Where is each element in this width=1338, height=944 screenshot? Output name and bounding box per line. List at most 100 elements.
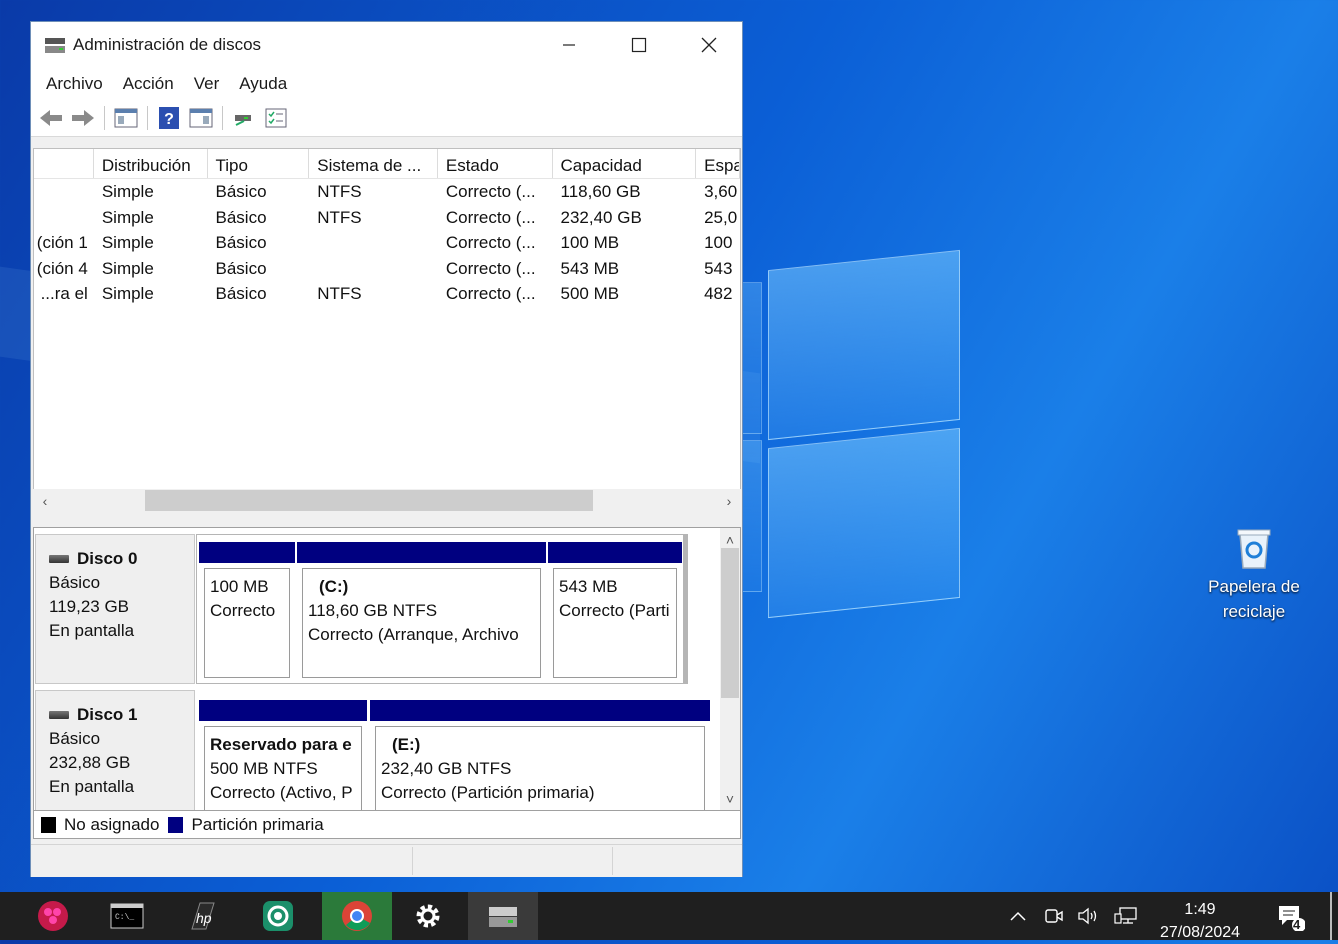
cell-sistema bbox=[309, 230, 438, 256]
disk-1-size: 232,88 GB bbox=[49, 753, 131, 772]
cell-estado: Correcto (... bbox=[445, 258, 536, 278]
scroll-right-icon[interactable]: › bbox=[719, 489, 739, 512]
partition-disk0-3[interactable]: 543 MB Correcto (Parti bbox=[548, 542, 682, 684]
taskbar-clock[interactable]: 1:49 27/08/2024 bbox=[1150, 898, 1250, 944]
settings-gear-icon[interactable] bbox=[393, 892, 463, 940]
partition-label: (C:) bbox=[319, 577, 349, 596]
help-icon[interactable]: ? bbox=[155, 105, 183, 131]
cell-espacio: 543 bbox=[704, 258, 733, 278]
disk-1-name: Disco 1 bbox=[77, 705, 138, 724]
column-header-capacidad[interactable]: Capacidad bbox=[553, 149, 697, 178]
hp-app-icon[interactable]: hp bbox=[168, 892, 238, 940]
toolbar: ? bbox=[31, 100, 742, 137]
svg-text:hp: hp bbox=[196, 910, 212, 926]
recycle-bin-desktop-icon[interactable]: Papelera de reciclaje bbox=[1198, 526, 1310, 624]
table-row[interactable]: ra el... Simple Básico NTFS Correcto (... 500… bbox=[34, 281, 740, 307]
cell-capacidad: 500 MB bbox=[560, 284, 620, 303]
connect-icon[interactable] bbox=[230, 105, 258, 131]
vertical-scroll-thumb[interactable] bbox=[721, 548, 739, 698]
disk-management-app-icon bbox=[44, 35, 66, 55]
title-bar[interactable]: Administración de discos bbox=[31, 22, 742, 68]
partition-disk0-1[interactable]: 100 MB Correcto bbox=[199, 542, 295, 684]
table-row[interactable]: Simple Básico NTFS Correcto (... 232,40 GB 25… bbox=[34, 205, 740, 231]
disk-1-row: Disco 1 Básico 232,88 GB En pantalla Res… bbox=[34, 690, 720, 810]
cell-estado: Correcto (... bbox=[445, 182, 536, 201]
raspberry-app-icon[interactable] bbox=[18, 892, 88, 940]
cell-distribucion: Simple bbox=[101, 207, 154, 227]
vertical-scrollbar[interactable]: ˄ ˅ bbox=[720, 528, 740, 810]
menu-archivo[interactable]: Archivo bbox=[36, 74, 113, 94]
column-header-distribucion[interactable]: Distribución bbox=[94, 149, 208, 178]
windows-logo-wallpaper bbox=[0, 249, 960, 619]
table-row[interactable]: Simple Básico NTFS Correcto (... 118,60 GB 3,… bbox=[34, 179, 740, 205]
properties-panel-icon[interactable] bbox=[187, 105, 215, 131]
partition-reservado[interactable]: Reservado para e 500 MB NTFS Correcto (A… bbox=[199, 700, 367, 810]
status-bar bbox=[31, 844, 742, 877]
column-header-tipo[interactable]: Tipo bbox=[208, 149, 310, 178]
primary-partition-bar bbox=[370, 700, 710, 721]
show-desktop-button[interactable] bbox=[1330, 892, 1332, 940]
disk-icon bbox=[49, 711, 69, 719]
cell-capacidad: 118,60 GB bbox=[560, 182, 641, 201]
cell-volume bbox=[34, 179, 94, 205]
column-header-volume[interactable] bbox=[34, 149, 94, 178]
menu-accion[interactable]: Acción bbox=[113, 74, 184, 94]
cell-capacidad: 543 MB bbox=[560, 258, 620, 278]
column-header-sistema[interactable]: Sistema de ... bbox=[309, 149, 438, 178]
command-prompt-icon[interactable]: C:\_ bbox=[92, 892, 162, 940]
recycle-bin-icon bbox=[1234, 526, 1274, 570]
partition-status: Correcto (Parti bbox=[559, 601, 670, 620]
recycle-bin-label: Papelera de reciclaje bbox=[1208, 577, 1300, 621]
disk-0-size: 119,23 GB bbox=[49, 597, 130, 616]
menu-ayuda[interactable]: Ayuda bbox=[229, 74, 297, 94]
maximize-button[interactable] bbox=[604, 22, 674, 68]
legend-unallocated: No asignado bbox=[64, 814, 160, 834]
notification-count-badge: 4 bbox=[1293, 917, 1301, 932]
cell-espacio: 482 bbox=[704, 284, 733, 303]
disk-management-taskbar-icon[interactable] bbox=[468, 892, 538, 940]
cell-capacidad: 232,40 GB bbox=[560, 207, 642, 227]
partition-status: Correcto bbox=[210, 601, 276, 620]
green-app-icon[interactable] bbox=[243, 892, 313, 940]
taskbar: C:\_ hp 1:49 27/08/2024 4 bbox=[0, 892, 1338, 941]
cell-distribucion: Simple bbox=[101, 258, 154, 278]
scroll-left-icon[interactable]: ‹ bbox=[35, 489, 55, 512]
toolbar-separator bbox=[147, 106, 148, 130]
disk-0-info[interactable]: Disco 0 Básico 119,23 GB En pantalla bbox=[35, 534, 195, 684]
partition-e[interactable]: (E:) 232,40 GB NTFS Correcto (Partición … bbox=[370, 700, 710, 810]
legend-bar: No asignado Partición primaria bbox=[33, 811, 741, 839]
cell-capacidad: 100 MB bbox=[560, 233, 620, 252]
table-row[interactable]: ción 4) Simple Básico Correcto (... 543 MB 54… bbox=[34, 256, 740, 282]
back-icon[interactable] bbox=[37, 105, 65, 131]
cell-sistema: NTFS bbox=[317, 284, 362, 303]
chrome-icon[interactable] bbox=[322, 892, 392, 940]
horizontal-scroll-thumb[interactable] bbox=[145, 490, 593, 511]
checklist-icon[interactable] bbox=[262, 105, 290, 131]
volume-icon[interactable] bbox=[1075, 892, 1101, 940]
forward-icon[interactable] bbox=[69, 105, 97, 131]
partition-status: Correcto (Partición primaria) bbox=[381, 783, 595, 802]
table-row[interactable]: ción 1) Simple Básico Correcto (... 100 MB 10… bbox=[34, 230, 740, 256]
scroll-down-icon[interactable]: ˅ bbox=[720, 787, 740, 810]
partition-c[interactable]: (C:) 118,60 GB NTFS Correcto (Arranque, … bbox=[297, 542, 546, 684]
partition-label: Reservado para e bbox=[210, 735, 352, 754]
cell-espacio: 25,0 bbox=[704, 207, 738, 227]
volume-list[interactable]: Distribución Tipo Sistema de ... Estado … bbox=[33, 148, 741, 512]
minimize-button[interactable] bbox=[534, 22, 604, 68]
clock-date: 27/08/2024 bbox=[1159, 924, 1241, 941]
column-header-estado[interactable]: Estado bbox=[438, 149, 553, 178]
menu-ver[interactable]: Ver bbox=[184, 74, 230, 94]
horizontal-scrollbar[interactable]: ‹ › bbox=[33, 489, 741, 512]
console-tree-icon[interactable] bbox=[112, 105, 140, 131]
meet-camera-icon[interactable] bbox=[1042, 892, 1066, 940]
cell-estado: Correcto (... bbox=[445, 207, 536, 227]
disk-icon bbox=[49, 555, 69, 563]
disk-1-info[interactable]: Disco 1 Básico 232,88 GB En pantalla bbox=[35, 690, 195, 810]
show-hidden-icons-chevron-icon[interactable] bbox=[1006, 892, 1030, 940]
column-header-espacio[interactable]: Espa bbox=[696, 149, 740, 178]
menu-bar: Archivo Acción Ver Ayuda bbox=[31, 68, 742, 100]
notifications-icon[interactable]: 4 bbox=[1270, 892, 1310, 940]
close-button[interactable] bbox=[674, 22, 744, 68]
network-icon[interactable] bbox=[1112, 892, 1140, 940]
disk-0-row: Disco 0 Básico 119,23 GB En pantalla 100… bbox=[34, 534, 720, 684]
